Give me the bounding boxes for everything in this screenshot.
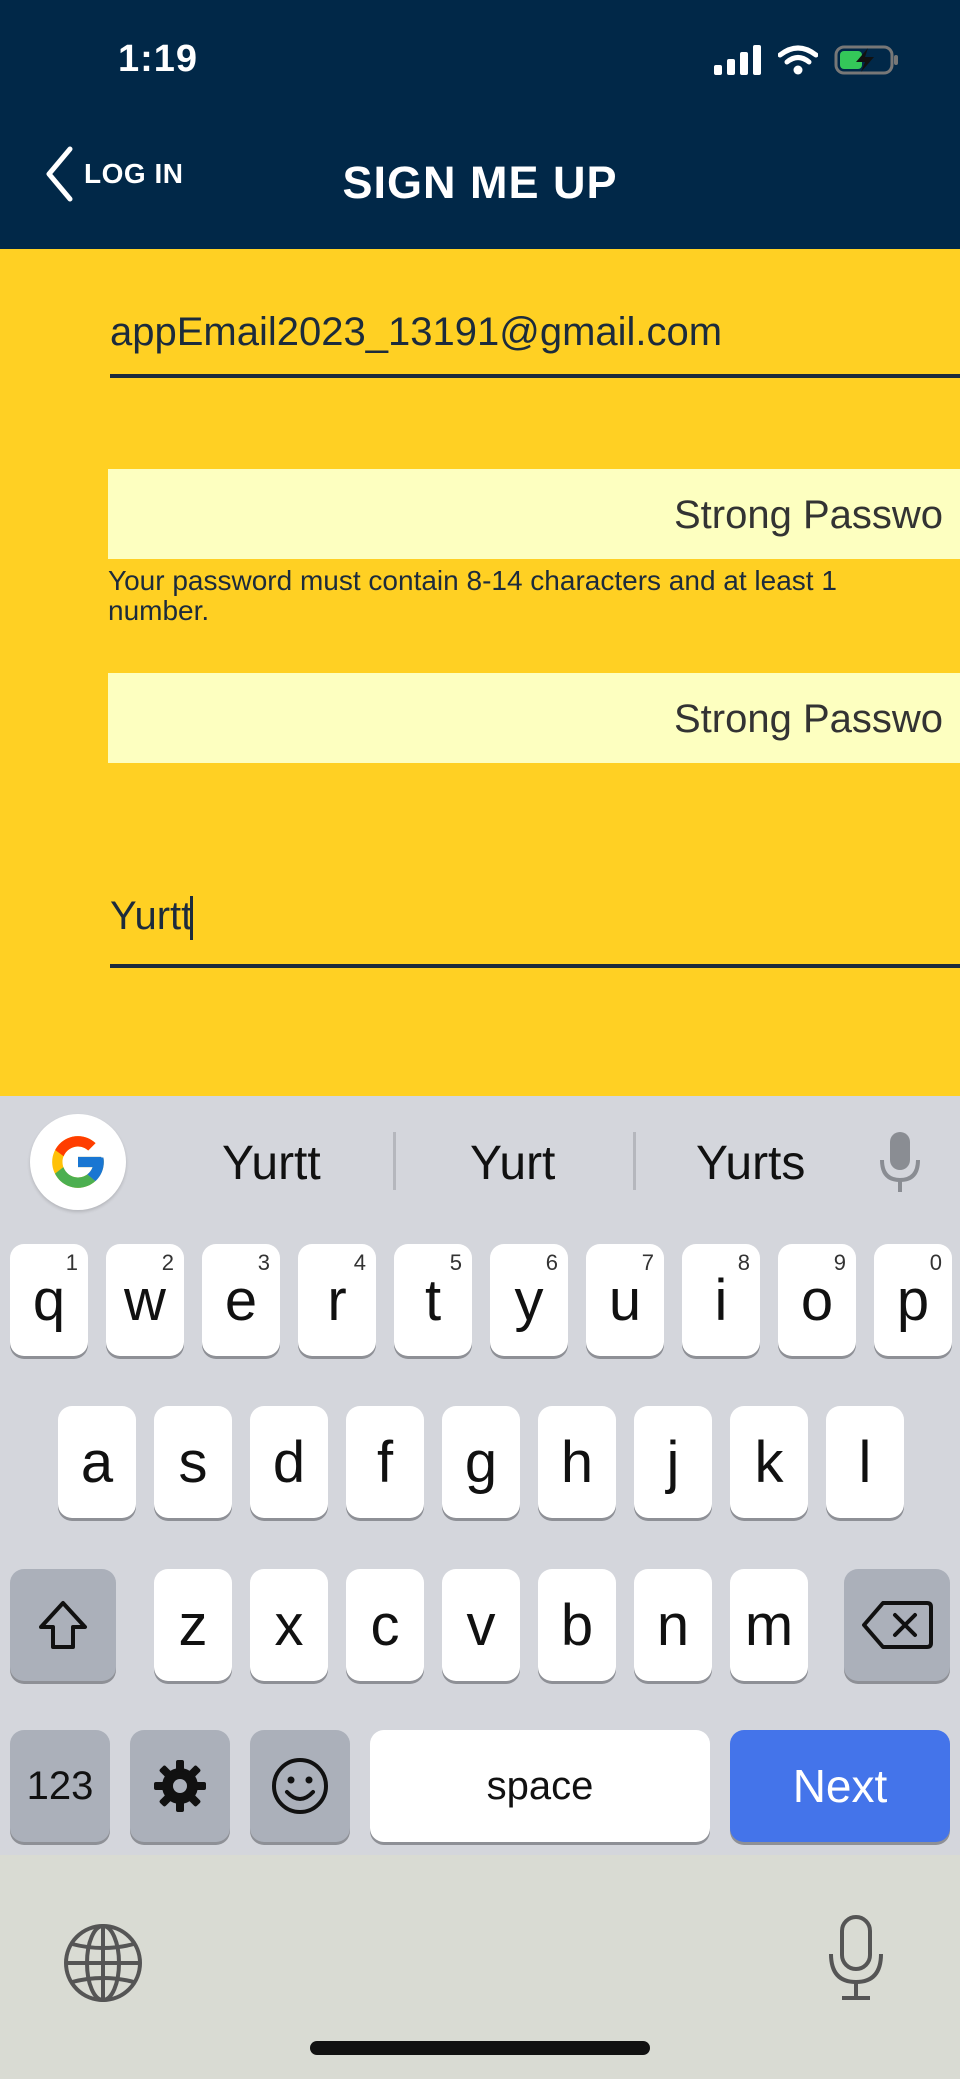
key-l[interactable]: l: [826, 1406, 904, 1518]
text-cursor: [190, 896, 194, 941]
key-d[interactable]: d: [250, 1406, 328, 1518]
suggestion-2[interactable]: Yurt: [470, 1136, 555, 1191]
key-j[interactable]: j: [634, 1406, 712, 1518]
microphone-icon: [880, 1132, 920, 1192]
key-b[interactable]: b: [538, 1569, 616, 1681]
battery-charging-icon: [834, 45, 898, 75]
key-letter: q: [32, 1267, 66, 1333]
key-x[interactable]: x: [250, 1569, 328, 1681]
suggestion-divider: [393, 1132, 396, 1190]
key-number-hint: 1: [65, 1250, 78, 1275]
google-button[interactable]: [30, 1114, 126, 1210]
shift-key[interactable]: [10, 1569, 116, 1681]
voice-input-button[interactable]: [878, 1130, 922, 1199]
key-c[interactable]: c: [346, 1569, 424, 1681]
key-letter: e: [224, 1267, 258, 1333]
status-time: 1:19: [118, 38, 199, 80]
key-s[interactable]: s: [154, 1406, 232, 1518]
key-number-hint: 6: [545, 1250, 558, 1275]
key-o[interactable]: 9o: [778, 1244, 856, 1356]
key-number-hint: 8: [737, 1250, 750, 1275]
key-q[interactable]: 1q: [10, 1244, 88, 1356]
emoji-icon: [272, 1758, 328, 1814]
key-t[interactable]: 5t: [394, 1244, 472, 1356]
key-r[interactable]: 4r: [298, 1244, 376, 1356]
key-number-hint: 7: [641, 1250, 654, 1275]
key-number-hint: 5: [449, 1250, 462, 1275]
key-number-hint: 3: [257, 1250, 270, 1275]
next-key[interactable]: Next: [730, 1730, 950, 1842]
suggestion-3[interactable]: Yurts: [696, 1136, 805, 1191]
key-z[interactable]: z: [154, 1569, 232, 1681]
status-icons: [714, 44, 900, 76]
key-letter: o: [800, 1267, 834, 1333]
key-p[interactable]: 0p: [874, 1244, 952, 1356]
gear-icon: [154, 1760, 206, 1812]
suggestion-bar: Yurtt Yurt Yurts: [0, 1096, 960, 1226]
home-indicator: [310, 2041, 650, 2055]
settings-key[interactable]: [130, 1730, 230, 1842]
key-letter: u: [608, 1267, 642, 1333]
google-icon: [52, 1136, 104, 1188]
password-field[interactable]: Strong Passwo: [108, 469, 960, 559]
globe-icon: [64, 1924, 142, 2002]
key-number-hint: 2: [161, 1250, 174, 1275]
emoji-key[interactable]: [250, 1730, 350, 1842]
key-letter: p: [896, 1267, 930, 1333]
key-h[interactable]: h: [538, 1406, 616, 1518]
key-letter: i: [714, 1267, 728, 1333]
key-n[interactable]: n: [634, 1569, 712, 1681]
key-letter: y: [514, 1267, 544, 1333]
key-e[interactable]: 3e: [202, 1244, 280, 1356]
key-number-hint: 4: [353, 1250, 366, 1275]
suggestion-divider: [633, 1132, 636, 1190]
wifi-icon: [778, 45, 818, 75]
key-k[interactable]: k: [730, 1406, 808, 1518]
backspace-icon: [862, 1601, 933, 1649]
shift-icon: [39, 1601, 87, 1649]
backspace-key[interactable]: [844, 1569, 950, 1681]
key-number-hint: 0: [929, 1250, 942, 1275]
confirm-password-field[interactable]: Strong Passwo: [108, 673, 960, 763]
app-header: 1:19 LOG IN SIGN ME UP: [0, 0, 960, 249]
key-a[interactable]: a: [58, 1406, 136, 1518]
key-w[interactable]: 2w: [106, 1244, 184, 1356]
key-v[interactable]: v: [442, 1569, 520, 1681]
numbers-key[interactable]: 123: [10, 1730, 110, 1842]
name-field[interactable]: Yurtt: [110, 888, 960, 968]
key-letter: w: [124, 1267, 166, 1333]
key-g[interactable]: g: [442, 1406, 520, 1518]
password-hint: Your password must contain 8-14 characte…: [108, 565, 837, 626]
key-i[interactable]: 8i: [682, 1244, 760, 1356]
dictation-button[interactable]: [826, 1914, 886, 2007]
key-letter: t: [424, 1267, 442, 1333]
key-f[interactable]: f: [346, 1406, 424, 1518]
globe-button[interactable]: [62, 1922, 144, 2009]
email-field[interactable]: appEmail2023_13191@gmail.com: [110, 302, 960, 378]
page-title-text: SIGN ME UP: [342, 157, 618, 208]
key-y[interactable]: 6y: [490, 1244, 568, 1356]
key-letter: r: [327, 1267, 347, 1333]
key-u[interactable]: 7u: [586, 1244, 664, 1356]
cellular-signal-icon: [714, 45, 761, 75]
suggestion-1[interactable]: Yurtt: [222, 1136, 321, 1191]
page-title: SIGN ME UP: [0, 157, 960, 209]
key-number-hint: 9: [833, 1250, 846, 1275]
name-value: Yurtt: [110, 894, 193, 938]
microphone-icon: [829, 1915, 883, 2000]
key-m[interactable]: m: [730, 1569, 808, 1681]
space-key[interactable]: space: [370, 1730, 710, 1842]
